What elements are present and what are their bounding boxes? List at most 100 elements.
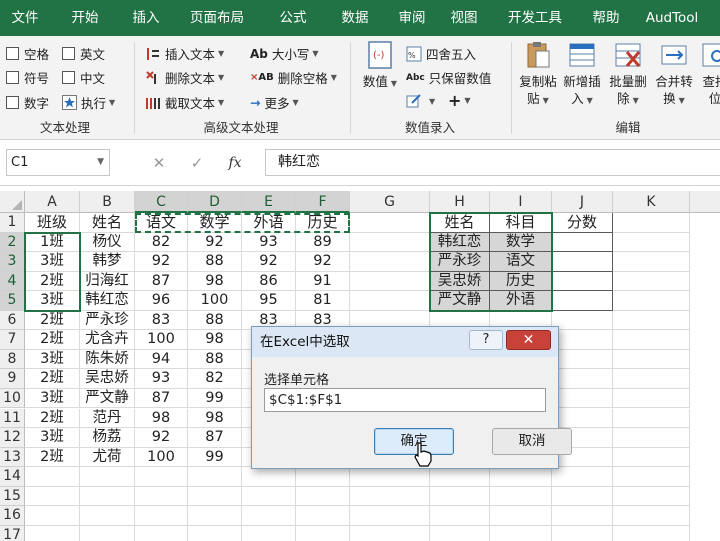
table-cell[interactable]: 外语 <box>490 291 552 311</box>
column-header-d[interactable]: D <box>188 191 242 213</box>
cell[interactable] <box>25 486 80 507</box>
table-header-cell[interactable]: 科目 <box>490 213 552 233</box>
column-header-j[interactable]: J <box>552 191 613 213</box>
cell[interactable] <box>135 467 188 487</box>
check-icon[interactable]: ✓ <box>178 154 216 172</box>
cell[interactable] <box>242 486 296 507</box>
table-cell[interactable]: 严文静 <box>430 291 490 311</box>
cell[interactable] <box>490 506 552 526</box>
round-button[interactable]: % 四舍五入 <box>406 44 476 63</box>
cell[interactable] <box>296 525 350 541</box>
cell[interactable] <box>552 408 613 429</box>
table-cell[interactable] <box>552 252 613 272</box>
cell[interactable] <box>80 486 135 507</box>
table-cell[interactable]: 96 <box>135 291 188 311</box>
cell[interactable] <box>242 506 296 526</box>
help-button[interactable]: ? <box>469 330 503 350</box>
table-cell[interactable]: 94 <box>135 349 188 370</box>
table-cell[interactable]: 杨荔 <box>80 428 135 448</box>
table-cell[interactable]: 吴忠娇 <box>80 369 135 389</box>
tab-audtool[interactable]: AudTool <box>632 0 712 36</box>
table-cell[interactable]: 98 <box>188 271 242 292</box>
batch-delete-button[interactable]: 批量删 除 ▼ <box>606 40 650 109</box>
table-cell[interactable]: 2班 <box>25 271 80 292</box>
cell[interactable] <box>80 525 135 541</box>
row-header-16[interactable]: 16 <box>0 506 25 526</box>
cell[interactable] <box>613 428 690 448</box>
table-cell[interactable]: 3班 <box>25 349 80 370</box>
cell[interactable] <box>613 447 690 468</box>
table-cell[interactable]: 99 <box>188 447 242 468</box>
column-header-g[interactable]: G <box>350 191 430 213</box>
checkbox-space[interactable]: 空格 <box>6 44 49 63</box>
row-header-14[interactable]: 14 <box>0 467 25 487</box>
table-cell[interactable]: 尤含卉 <box>80 330 135 350</box>
cell[interactable] <box>188 467 242 487</box>
table-cell[interactable]: 99 <box>188 388 242 409</box>
cell[interactable] <box>613 486 690 507</box>
cell[interactable] <box>613 330 690 350</box>
cell[interactable] <box>188 506 242 526</box>
cancel-button[interactable]: 取消 <box>492 428 572 455</box>
more-button[interactable]: → 更多 ▼ <box>250 93 299 112</box>
row-header-2[interactable]: 2 <box>0 232 25 253</box>
name-box[interactable]: C1 ▼ <box>6 149 110 176</box>
row-header-10[interactable]: 10 <box>0 388 25 409</box>
row-header-4[interactable]: 4 <box>0 271 25 292</box>
cell[interactable] <box>613 369 690 389</box>
table-cell[interactable]: 严永珍 <box>80 310 135 331</box>
copy-paste-button[interactable]: 复制粘 贴 ▼ <box>518 40 558 109</box>
column-header-k[interactable]: K <box>613 191 690 213</box>
column-header-h[interactable]: H <box>430 191 490 213</box>
insert-new-button[interactable]: 新增插 入 ▼ <box>560 40 604 109</box>
cell[interactable] <box>350 271 430 292</box>
table-cell[interactable]: 严永珍 <box>430 252 490 272</box>
checkbox-chinese[interactable]: 中文 <box>62 68 105 87</box>
tab-help[interactable]: 帮助 <box>580 0 632 36</box>
table-cell[interactable]: 95 <box>242 291 296 311</box>
table-cell[interactable]: 89 <box>296 232 350 253</box>
cell[interactable] <box>430 506 490 526</box>
table-cell[interactable]: 陈朱娇 <box>80 349 135 370</box>
table-cell[interactable]: 100 <box>188 291 242 311</box>
table-cell[interactable]: 92 <box>296 252 350 272</box>
insert-text-button[interactable]: 插入文本 ▼ <box>145 44 224 63</box>
cell[interactable] <box>296 486 350 507</box>
cell[interactable] <box>350 213 430 233</box>
cell[interactable] <box>25 506 80 526</box>
table-header-cell[interactable]: 分数 <box>552 213 613 233</box>
table-cell[interactable]: 88 <box>188 252 242 272</box>
table-cell[interactable]: 吴忠娇 <box>430 271 490 292</box>
select-all-corner[interactable] <box>0 191 25 213</box>
table-cell[interactable]: 归海红 <box>80 271 135 292</box>
table-cell[interactable]: 2班 <box>25 310 80 331</box>
table-header-cell[interactable]: 历史 <box>296 213 350 233</box>
column-header-i[interactable]: I <box>490 191 552 213</box>
column-header-a[interactable]: A <box>25 191 80 213</box>
table-cell[interactable]: 100 <box>135 447 188 468</box>
table-cell[interactable]: 2班 <box>25 369 80 389</box>
table-cell[interactable]: 3班 <box>25 291 80 311</box>
cell[interactable] <box>350 486 430 507</box>
cell[interactable] <box>350 291 430 311</box>
table-cell[interactable]: 83 <box>135 310 188 331</box>
table-cell[interactable]: 88 <box>188 349 242 370</box>
column-header-e[interactable]: E <box>242 191 296 213</box>
cell[interactable] <box>490 467 552 487</box>
table-cell[interactable]: 87 <box>135 388 188 409</box>
table-cell[interactable]: 82 <box>135 232 188 253</box>
row-header-9[interactable]: 9 <box>0 369 25 389</box>
cell[interactable] <box>80 467 135 487</box>
formula-input[interactable]: 韩红恋 <box>265 149 720 176</box>
cell[interactable] <box>430 525 490 541</box>
cell[interactable] <box>552 349 613 370</box>
table-cell[interactable]: 81 <box>296 291 350 311</box>
cell[interactable] <box>350 232 430 253</box>
cell[interactable] <box>613 349 690 370</box>
cell[interactable] <box>613 252 690 272</box>
table-cell[interactable]: 86 <box>242 271 296 292</box>
table-cell[interactable]: 韩梦 <box>80 252 135 272</box>
cell[interactable] <box>613 408 690 429</box>
table-cell[interactable]: 3班 <box>25 252 80 272</box>
table-header-cell[interactable]: 外语 <box>242 213 296 233</box>
